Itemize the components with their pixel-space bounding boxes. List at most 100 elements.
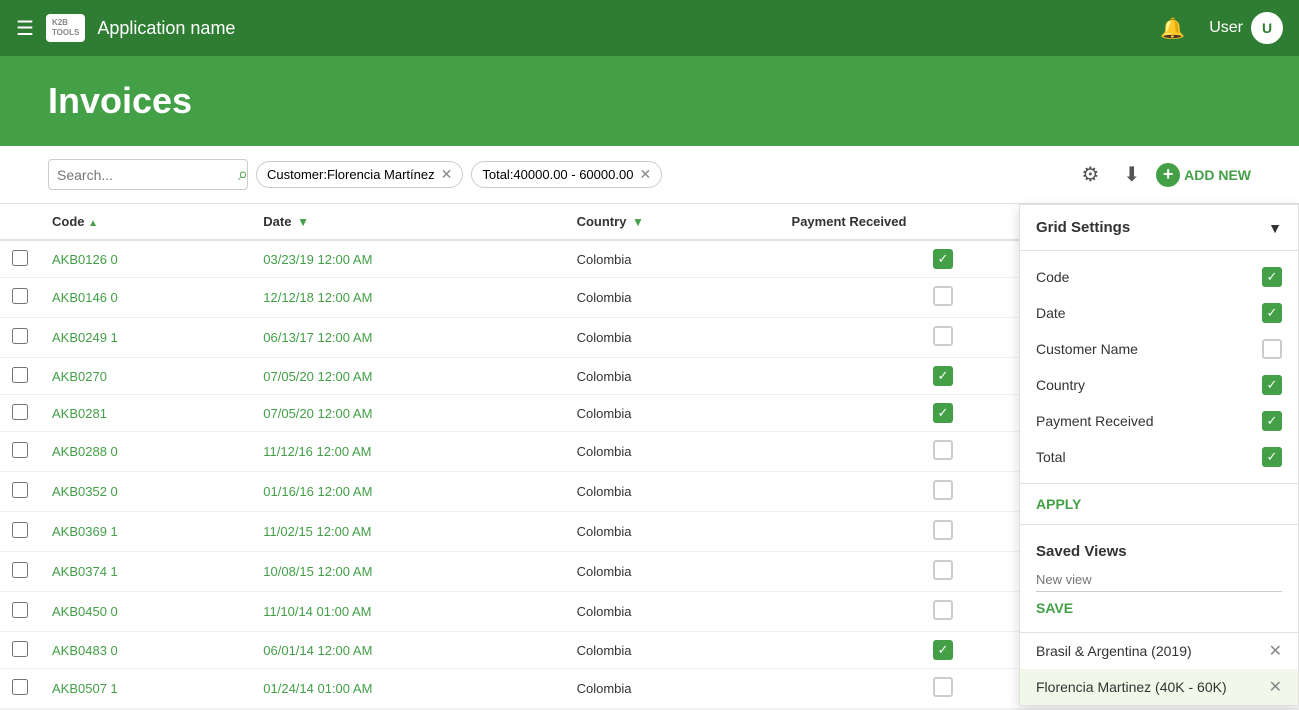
- payment-empty-icon: [933, 560, 953, 580]
- row-code[interactable]: AKB0507 1: [40, 669, 251, 709]
- row-country: Colombia: [565, 240, 780, 278]
- row-code[interactable]: AKB0146 0: [40, 278, 251, 318]
- search-icon[interactable]: ⌕: [238, 164, 248, 185]
- filter-chip-total: Total:40000.00 - 60000.00 ✕: [471, 161, 662, 188]
- row-date: 06/13/17 12:00 AM: [251, 318, 564, 358]
- chevron-down-icon[interactable]: ▼: [1268, 220, 1282, 236]
- notification-bell-icon[interactable]: 🔔: [1160, 16, 1185, 41]
- row-code[interactable]: AKB0270: [40, 358, 251, 395]
- field-checkbox-date[interactable]: ✓: [1262, 303, 1282, 323]
- row-checkbox[interactable]: [12, 482, 28, 498]
- row-date: 11/02/15 12:00 AM: [251, 512, 564, 552]
- apply-section: APPLY: [1020, 484, 1298, 525]
- row-checkbox[interactable]: [12, 288, 28, 304]
- search-input[interactable]: [57, 167, 238, 183]
- col-country[interactable]: Country ▼: [565, 204, 780, 240]
- row-date: 01/24/14 01:00 AM: [251, 669, 564, 709]
- filter-chip-total-remove[interactable]: ✕: [639, 166, 651, 183]
- row-checkbox-cell[interactable]: [0, 432, 40, 472]
- row-checkbox[interactable]: [12, 602, 28, 618]
- add-new-button[interactable]: + ADD NEW: [1156, 163, 1251, 187]
- filter-icon-date: ▼: [297, 215, 309, 229]
- row-checkbox-cell[interactable]: [0, 512, 40, 552]
- download-button[interactable]: ⬇: [1115, 158, 1148, 191]
- field-checkbox-total[interactable]: ✓: [1262, 447, 1282, 467]
- row-country: Colombia: [565, 512, 780, 552]
- page-header: Invoices: [0, 56, 1299, 146]
- row-checkbox[interactable]: [12, 522, 28, 538]
- row-checkbox[interactable]: [12, 562, 28, 578]
- row-checkbox-cell[interactable]: [0, 395, 40, 432]
- row-checkbox-cell[interactable]: [0, 278, 40, 318]
- row-country: Colombia: [565, 278, 780, 318]
- saved-views-section: Saved Views SAVE: [1020, 525, 1298, 633]
- settings-button[interactable]: ⚙: [1073, 158, 1107, 191]
- row-country: Colombia: [565, 472, 780, 512]
- save-view-button[interactable]: SAVE: [1020, 596, 1089, 624]
- avatar[interactable]: U: [1251, 12, 1283, 44]
- payment-check-icon: ✓: [933, 249, 953, 269]
- row-code[interactable]: AKB0483 0: [40, 632, 251, 669]
- row-checkbox-cell[interactable]: [0, 472, 40, 512]
- payment-empty-icon: [933, 286, 953, 306]
- apply-button[interactable]: APPLY: [1020, 488, 1097, 520]
- row-code[interactable]: AKB0249 1: [40, 318, 251, 358]
- saved-view-item[interactable]: Brasil & Argentina (2019) ✕: [1020, 633, 1298, 669]
- row-checkbox[interactable]: [12, 367, 28, 383]
- add-new-label: ADD NEW: [1184, 167, 1251, 183]
- field-checkbox-payment[interactable]: ✓: [1262, 411, 1282, 431]
- filter-chip-total-label: Total:40000.00 - 60000.00: [482, 167, 633, 182]
- col-date[interactable]: Date ▼: [251, 204, 564, 240]
- row-code[interactable]: AKB0369 1: [40, 512, 251, 552]
- row-checkbox[interactable]: [12, 328, 28, 344]
- row-code[interactable]: AKB0374 1: [40, 552, 251, 592]
- grid-settings-panel: Grid Settings ▼ Code ✓ Date ✓ Customer N…: [1019, 204, 1299, 706]
- row-date: 07/05/20 12:00 AM: [251, 358, 564, 395]
- row-checkbox-cell[interactable]: [0, 358, 40, 395]
- row-checkbox-cell[interactable]: [0, 552, 40, 592]
- field-label-total: Total: [1036, 449, 1066, 465]
- menu-icon[interactable]: ☰: [16, 16, 34, 41]
- app-title: Application name: [97, 18, 1148, 39]
- row-code[interactable]: AKB0281: [40, 395, 251, 432]
- payment-check-icon: ✓: [933, 640, 953, 660]
- row-code[interactable]: AKB0450 0: [40, 592, 251, 632]
- sort-icon: ▲: [88, 218, 98, 229]
- payment-empty-icon: [933, 677, 953, 697]
- row-code[interactable]: AKB0288 0: [40, 432, 251, 472]
- payment-empty-icon: [933, 440, 953, 460]
- row-checkbox[interactable]: [12, 404, 28, 420]
- saved-view-remove-icon[interactable]: ✕: [1269, 677, 1282, 697]
- row-checkbox-cell[interactable]: [0, 669, 40, 709]
- row-checkbox-cell[interactable]: [0, 592, 40, 632]
- row-code[interactable]: AKB0352 0: [40, 472, 251, 512]
- row-checkbox-cell[interactable]: [0, 240, 40, 278]
- saved-view-item[interactable]: Florencia Martinez (40K - 60K) ✕: [1020, 669, 1298, 705]
- user-label: User: [1209, 19, 1243, 37]
- filter-icon-country: ▼: [632, 215, 644, 229]
- field-checkbox-code[interactable]: ✓: [1262, 267, 1282, 287]
- new-view-input[interactable]: [1036, 568, 1282, 592]
- filter-chip-customer-remove[interactable]: ✕: [441, 166, 453, 183]
- saved-view-remove-icon[interactable]: ✕: [1269, 641, 1282, 661]
- col-code[interactable]: Code ▲: [40, 204, 251, 240]
- field-row-country: Country ✓: [1020, 367, 1298, 403]
- row-checkbox-cell[interactable]: [0, 632, 40, 669]
- field-checkbox-customer_name[interactable]: [1262, 339, 1282, 359]
- row-checkbox[interactable]: [12, 641, 28, 657]
- add-icon: +: [1156, 163, 1180, 187]
- row-date: 01/16/16 12:00 AM: [251, 472, 564, 512]
- row-date: 10/08/15 12:00 AM: [251, 552, 564, 592]
- col-checkbox: [0, 204, 40, 240]
- payment-empty-icon: [933, 326, 953, 346]
- saved-view-label: Florencia Martinez (40K - 60K): [1036, 679, 1227, 695]
- row-checkbox[interactable]: [12, 250, 28, 266]
- row-country: Colombia: [565, 432, 780, 472]
- search-box[interactable]: ⌕: [48, 159, 248, 190]
- row-checkbox[interactable]: [12, 442, 28, 458]
- user-info: User U: [1209, 12, 1283, 44]
- row-checkbox-cell[interactable]: [0, 318, 40, 358]
- row-checkbox[interactable]: [12, 679, 28, 695]
- field-checkbox-country[interactable]: ✓: [1262, 375, 1282, 395]
- row-code[interactable]: AKB0126 0: [40, 240, 251, 278]
